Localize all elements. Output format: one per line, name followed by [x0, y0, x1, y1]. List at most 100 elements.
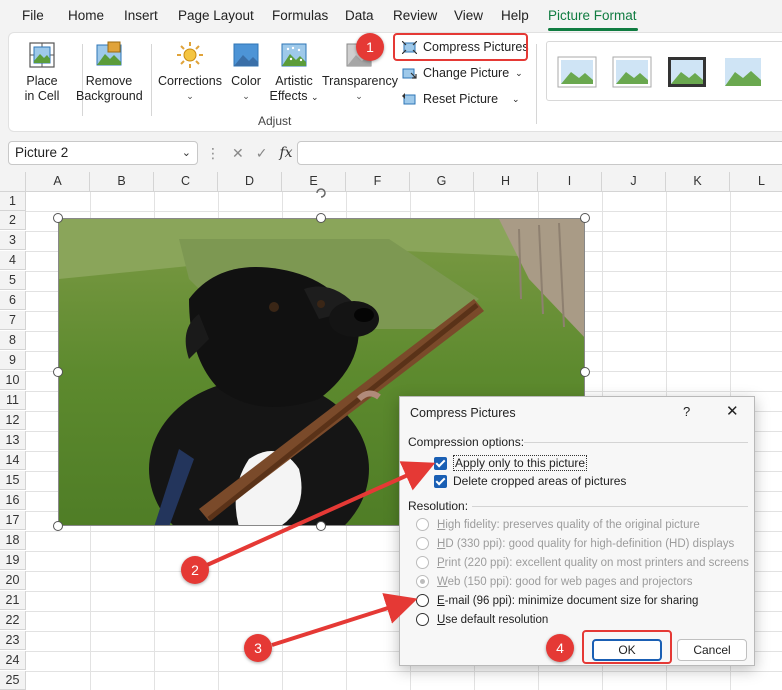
- column-header[interactable]: I: [538, 172, 602, 192]
- menu-home[interactable]: Home: [68, 8, 104, 23]
- picture-style-thumb[interactable]: [667, 56, 707, 88]
- cancel-button[interactable]: Cancel: [677, 639, 747, 661]
- dialog-title: Compress Pictures: [410, 406, 516, 420]
- column-header[interactable]: K: [666, 172, 730, 192]
- column-header[interactable]: F: [346, 172, 410, 192]
- row-header[interactable]: 11: [0, 391, 26, 410]
- reset-picture-button[interactable]: Reset Picture ⌄: [402, 92, 520, 106]
- menu-formulas[interactable]: Formulas: [272, 8, 328, 23]
- row-header[interactable]: 7: [0, 311, 26, 330]
- column-header[interactable]: G: [410, 172, 474, 192]
- place-in-cell-icon: [29, 42, 55, 68]
- row-header[interactable]: 19: [0, 551, 26, 570]
- resolution-option-web[interactable]: Web (150 ppi): good for web pages and pr…: [416, 575, 693, 588]
- column-header[interactable]: H: [474, 172, 538, 192]
- select-all-corner[interactable]: [0, 172, 26, 192]
- row-header[interactable]: 17: [0, 511, 26, 530]
- picture-style-thumb[interactable]: [723, 56, 763, 88]
- column-header[interactable]: L: [730, 172, 782, 192]
- ok-button-highlight: [582, 630, 672, 664]
- menu-review[interactable]: Review: [393, 8, 437, 23]
- resolution-option-default[interactable]: Use default resolution: [416, 613, 548, 626]
- resize-handle[interactable]: [53, 367, 63, 377]
- resolution-option-print[interactable]: Print (220 ppi): excellent quality on mo…: [416, 556, 749, 569]
- menu-file[interactable]: File: [22, 8, 44, 23]
- menu-data[interactable]: Data: [345, 8, 374, 23]
- menu-picture-format[interactable]: Picture Format: [548, 8, 637, 23]
- delete-cropped-checkbox[interactable]: [434, 474, 447, 488]
- row-header[interactable]: 22: [0, 611, 26, 630]
- color-button[interactable]: Color ⌄: [226, 40, 266, 104]
- change-picture-button[interactable]: Change Picture ⌄: [402, 66, 523, 80]
- row-header[interactable]: 6: [0, 291, 26, 310]
- radio-button[interactable]: [416, 613, 429, 626]
- radio-button[interactable]: [416, 594, 429, 607]
- row-header[interactable]: 25: [0, 671, 26, 690]
- corrections-button[interactable]: Corrections ⌄: [157, 40, 223, 104]
- chevron-down-icon[interactable]: ⌄: [182, 146, 191, 159]
- close-icon[interactable]: ✕: [726, 402, 739, 420]
- radio-button[interactable]: [416, 518, 429, 531]
- menu-view[interactable]: View: [454, 8, 483, 23]
- resize-handle[interactable]: [580, 213, 590, 223]
- row-header[interactable]: 18: [0, 531, 26, 550]
- apply-only-checkbox[interactable]: [434, 456, 447, 470]
- apply-only-checkbox-row[interactable]: Apply only to this picture: [434, 455, 588, 471]
- rotate-handle-icon[interactable]: [314, 186, 328, 200]
- row-header[interactable]: 9: [0, 351, 26, 370]
- resize-handle[interactable]: [316, 213, 326, 223]
- row-header[interactable]: 5: [0, 271, 26, 290]
- picture-style-thumb[interactable]: [557, 56, 597, 88]
- column-header[interactable]: D: [218, 172, 282, 192]
- column-header[interactable]: J: [602, 172, 666, 192]
- place-in-cell-button[interactable]: Place in Cell: [20, 40, 64, 104]
- reset-picture-label: Reset Picture: [423, 92, 499, 106]
- step-badge-1: 1: [356, 33, 384, 61]
- resolution-option-hd[interactable]: HD (330 ppi): good quality for high-defi…: [416, 537, 734, 550]
- menu-help[interactable]: Help: [501, 8, 529, 23]
- row-header[interactable]: 23: [0, 631, 26, 650]
- row-header[interactable]: 14: [0, 451, 26, 470]
- row-header[interactable]: 1: [0, 192, 26, 211]
- column-header[interactable]: C: [154, 172, 218, 192]
- column-header[interactable]: B: [90, 172, 154, 192]
- name-box[interactable]: Picture 2 ⌄: [8, 141, 198, 165]
- resize-handle[interactable]: [580, 367, 590, 377]
- resolution-option-high-fidelity[interactable]: High fidelity: preserves quality of the …: [416, 518, 700, 531]
- resolution-option-email[interactable]: E-mail (96 ppi): minimize document size …: [416, 594, 698, 607]
- row-header[interactable]: 2: [0, 211, 26, 230]
- row-header[interactable]: 20: [0, 571, 26, 590]
- menu-page-layout[interactable]: Page Layout: [178, 8, 254, 23]
- step-badge-4: 4: [546, 634, 574, 662]
- row-header[interactable]: 24: [0, 651, 26, 670]
- remove-background-button[interactable]: Remove Background: [76, 40, 143, 104]
- more-options-icon[interactable]: ⋮: [206, 145, 220, 162]
- menu-insert[interactable]: Insert: [124, 8, 158, 23]
- row-header[interactable]: 21: [0, 591, 26, 610]
- row-header[interactable]: 12: [0, 411, 26, 430]
- row-header[interactable]: 16: [0, 491, 26, 510]
- resize-handle[interactable]: [53, 213, 63, 223]
- resize-handle[interactable]: [316, 521, 326, 531]
- radio-button[interactable]: [416, 537, 429, 550]
- picture-style-thumb[interactable]: [612, 56, 652, 88]
- delete-cropped-label: Delete cropped areas of pictures: [453, 474, 627, 488]
- row-header[interactable]: 15: [0, 471, 26, 490]
- row-header[interactable]: 13: [0, 431, 26, 450]
- row-header[interactable]: 8: [0, 331, 26, 350]
- artistic-effects-button[interactable]: Artistic Effects ⌄: [268, 40, 320, 105]
- radio-button[interactable]: [416, 556, 429, 569]
- help-icon[interactable]: ?: [683, 404, 690, 419]
- column-header[interactable]: A: [26, 172, 90, 192]
- cancel-entry-icon[interactable]: ✕: [232, 145, 244, 162]
- formula-input[interactable]: [297, 141, 782, 165]
- insert-function-icon[interactable]: fx: [279, 145, 292, 161]
- row-header[interactable]: 4: [0, 251, 26, 270]
- row-header[interactable]: 10: [0, 371, 26, 390]
- row-header[interactable]: 3: [0, 231, 26, 250]
- radio-button[interactable]: [416, 575, 429, 588]
- delete-cropped-checkbox-row[interactable]: Delete cropped areas of pictures: [434, 474, 626, 488]
- excel-window: File Home Insert Page Layout Formulas Da…: [0, 0, 782, 690]
- confirm-entry-icon[interactable]: ✓: [256, 145, 268, 162]
- resize-handle[interactable]: [53, 521, 63, 531]
